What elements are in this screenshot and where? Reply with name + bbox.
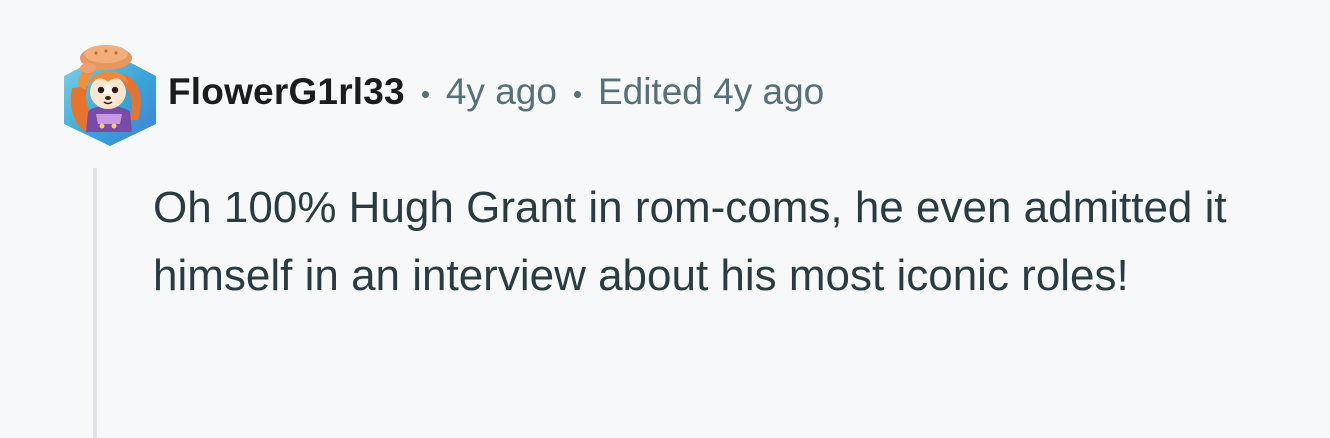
comment-timestamp[interactable]: 4y ago <box>446 71 557 113</box>
comment-body: Oh 100% Hugh Grant in rom-coms, he even … <box>153 183 1227 300</box>
thread-line[interactable] <box>93 168 97 438</box>
separator-dot <box>421 90 429 98</box>
comment-header: FlowerG1rl33 4y ago Edited 4y ago <box>168 68 824 116</box>
user-avatar[interactable] <box>58 28 162 146</box>
snoo-avatar-icon <box>64 45 156 146</box>
author-username[interactable]: FlowerG1rl33 <box>168 71 405 113</box>
edited-timestamp: Edited 4y ago <box>597 71 825 112</box>
separator-dot <box>573 90 581 98</box>
comment: FlowerG1rl33 4y ago Edited 4y ago Oh 100… <box>0 0 1330 438</box>
